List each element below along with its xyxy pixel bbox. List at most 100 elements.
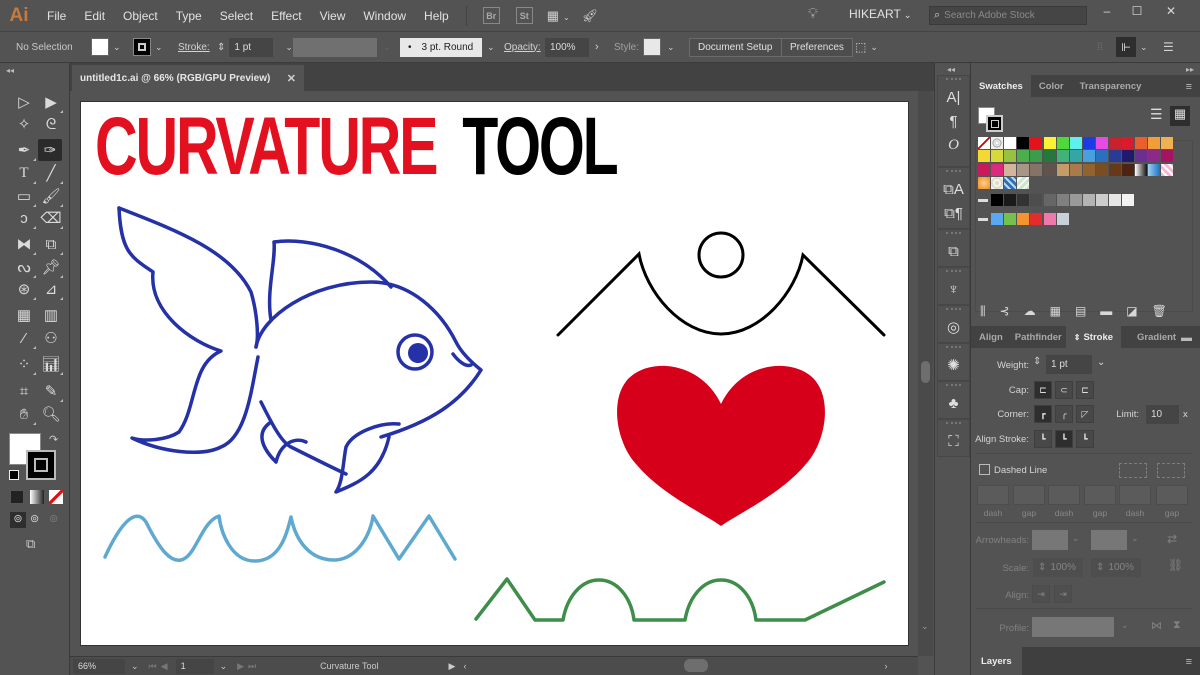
- color-group-folder-icon[interactable]: ▬: [978, 194, 990, 206]
- stroke-label[interactable]: Stroke:: [178, 32, 210, 62]
- artboard[interactable]: CURVATURE TOOL: [81, 102, 908, 645]
- swatch-f3942f[interactable]: [1017, 212, 1030, 225]
- brush-definition[interactable]: • 3 pt. Round ⌄: [400, 32, 495, 62]
- limit-field[interactable]: 10: [1146, 405, 1179, 424]
- swatch-options-icon[interactable]: ▦: [1050, 304, 1061, 319]
- swatches-panel-menu-icon[interactable]: ≡: [1186, 81, 1192, 93]
- horizontal-scroll-thumb[interactable]: [684, 659, 708, 672]
- scale-tool-icon[interactable]: ⧉: [39, 233, 63, 255]
- vertical-scrollbar[interactable]: ⌄: [918, 91, 933, 656]
- shape-builder-tool-icon[interactable]: ⊛: [12, 278, 36, 300]
- profile-field[interactable]: [293, 37, 377, 57]
- minimize-button[interactable]: –: [1092, 0, 1122, 22]
- slice-tool-icon[interactable]: ✎: [39, 380, 63, 402]
- stroke-color-picker[interactable]: ⌄: [133, 32, 163, 62]
- shaper-tool-icon[interactable]: ↄ: [12, 207, 36, 229]
- color-group-icon[interactable]: ▤: [1075, 304, 1086, 319]
- vertical-scroll-thumb[interactable]: [921, 361, 930, 383]
- opacity-field[interactable]: 100%: [545, 37, 589, 57]
- dashed-line-checkbox[interactable]: [979, 464, 990, 475]
- opentype-panel-icon[interactable]: O: [938, 133, 969, 157]
- menu-view[interactable]: View: [311, 9, 355, 23]
- default-fill-stroke-icon[interactable]: [9, 470, 19, 480]
- last-artboard-icon[interactable]: ⏭: [248, 661, 256, 672]
- gpu-performance-rocket-icon[interactable]: 🚀︎: [582, 8, 599, 24]
- swatch-1a3ce2[interactable]: [1082, 137, 1095, 149]
- close-window-button[interactable]: ✕: [1156, 0, 1186, 22]
- chevron-down-icon[interactable]: ⌄: [487, 42, 495, 53]
- dash-field-2[interactable]: [1048, 485, 1080, 505]
- weight-stepper-icon[interactable]: ⇕: [1033, 356, 1041, 367]
- collapse-panel-icon[interactable]: ◂◂: [6, 66, 14, 75]
- type-tool-icon[interactable]: T: [12, 162, 36, 184]
- paragraph-panel-icon[interactable]: ¶: [938, 109, 969, 133]
- opacity-label[interactable]: Opacity:: [504, 32, 541, 62]
- swatch-cccccc[interactable]: [1095, 194, 1108, 207]
- rectangle-tool-icon[interactable]: ▭: [12, 185, 36, 207]
- swatch-b3b3b3[interactable]: [1082, 194, 1095, 207]
- align-grid-icon[interactable]: ⁞⁞: [1097, 32, 1103, 62]
- stroke-weight-stepper[interactable]: ⇕ 1 pt ⌄: [217, 32, 293, 62]
- swap-fill-stroke-icon[interactable]: ↷: [49, 433, 58, 446]
- swatch-2a3b95[interactable]: [1109, 150, 1121, 163]
- draw-inside-icon[interactable]: ⊚: [49, 512, 58, 525]
- scroll-right-icon[interactable]: ›: [884, 661, 887, 671]
- chevron-down-icon[interactable]: ⌄: [1121, 620, 1129, 631]
- change-screen-mode-icon[interactable]: ⧉: [26, 536, 35, 552]
- swatch-c91a5a[interactable]: [978, 163, 990, 176]
- creative-cloud-libraries-icon[interactable]: ◎: [938, 315, 969, 339]
- stroke-color-swatch[interactable]: [26, 450, 56, 480]
- scroll-down-icon[interactable]: ⌄: [921, 621, 929, 632]
- swatch-pattern-2[interactable]: [1004, 176, 1017, 189]
- transform-panel-icon[interactable]: ⧉: [938, 239, 969, 263]
- color-mode-icon[interactable]: [10, 490, 24, 504]
- swatch-f1b150[interactable]: [1161, 137, 1174, 149]
- gap-field-2[interactable]: [1084, 485, 1116, 505]
- select-similar-icon[interactable]: ⬚ ⌄: [855, 32, 878, 62]
- stroke-panel-menu-icon[interactable]: ▬: [1181, 332, 1192, 344]
- next-artboard-icon[interactable]: ▶: [237, 661, 244, 672]
- align-dash-corners-button[interactable]: [1157, 463, 1185, 478]
- maximize-button[interactable]: ☐: [1122, 0, 1152, 22]
- lasso-tool-icon[interactable]: ᘓ: [39, 113, 63, 135]
- tab-transparency[interactable]: Transparency: [1072, 75, 1150, 97]
- menu-effect[interactable]: Effect: [262, 9, 310, 23]
- delete-swatch-icon[interactable]: 🗑︎: [1152, 304, 1167, 319]
- control-bar-menu-icon[interactable]: ☰: [1163, 32, 1174, 62]
- brush-field[interactable]: • 3 pt. Round: [400, 37, 482, 57]
- swatch-fdf135[interactable]: [1043, 137, 1056, 149]
- swatch-da1b2c[interactable]: [1122, 137, 1135, 149]
- preferences-button[interactable]: Preferences: [781, 37, 853, 57]
- tab-gradient[interactable]: Gradient: [1129, 326, 1184, 348]
- tab-layers[interactable]: Layers: [971, 647, 1022, 675]
- link-scale-icon[interactable]: ⛓: [1168, 558, 1183, 572]
- swatch-1a1a1a[interactable]: [1004, 194, 1017, 207]
- artboard-tool-icon[interactable]: ⌗: [12, 380, 36, 402]
- opacity-field-wrap[interactable]: 100% ›: [545, 32, 599, 62]
- swatch-40b27a[interactable]: [1056, 150, 1069, 163]
- align-icon[interactable]: ⊩: [1116, 37, 1136, 57]
- variable-width-profile[interactable]: ⌄: [293, 32, 391, 62]
- swatch-a71363[interactable]: [1161, 150, 1174, 163]
- tab-swatches[interactable]: Swatches: [971, 75, 1031, 97]
- character-panel-icon[interactable]: A|: [938, 85, 969, 109]
- dash-field-3[interactable]: [1119, 485, 1151, 505]
- list-view-icon[interactable]: ☰: [1150, 106, 1163, 123]
- gradient-tool-icon[interactable]: ▥: [39, 304, 63, 326]
- swatch-999999[interactable]: [1069, 194, 1082, 207]
- close-icon[interactable]: ✕: [287, 72, 296, 85]
- artboard-number-field[interactable]: 1: [175, 658, 214, 674]
- graphic-style-picker[interactable]: ⌄: [643, 32, 675, 62]
- tab-align[interactable]: Align: [971, 326, 1011, 348]
- swatch-pattern-3[interactable]: [1017, 176, 1030, 189]
- magic-wand-tool-icon[interactable]: ✧: [12, 113, 36, 135]
- search-adobe-stock-input[interactable]: ⌕ Search Adobe Stock: [929, 6, 1087, 25]
- swatch-d2b59a[interactable]: [1004, 163, 1017, 176]
- first-artboard-icon[interactable]: ⏮: [149, 661, 157, 672]
- chevron-down-icon[interactable]: ⌄: [1131, 533, 1139, 544]
- tab-stroke[interactable]: ⇕ Stroke: [1065, 326, 1122, 348]
- draw-normal-icon[interactable]: ⊚: [10, 512, 26, 528]
- document-tab[interactable]: untitled1c.ai @ 66% (RGB/GPU Preview) ✕: [72, 65, 304, 91]
- end-arrowhead-select[interactable]: [1091, 530, 1127, 550]
- swatch-e6e6e6[interactable]: [1109, 194, 1121, 207]
